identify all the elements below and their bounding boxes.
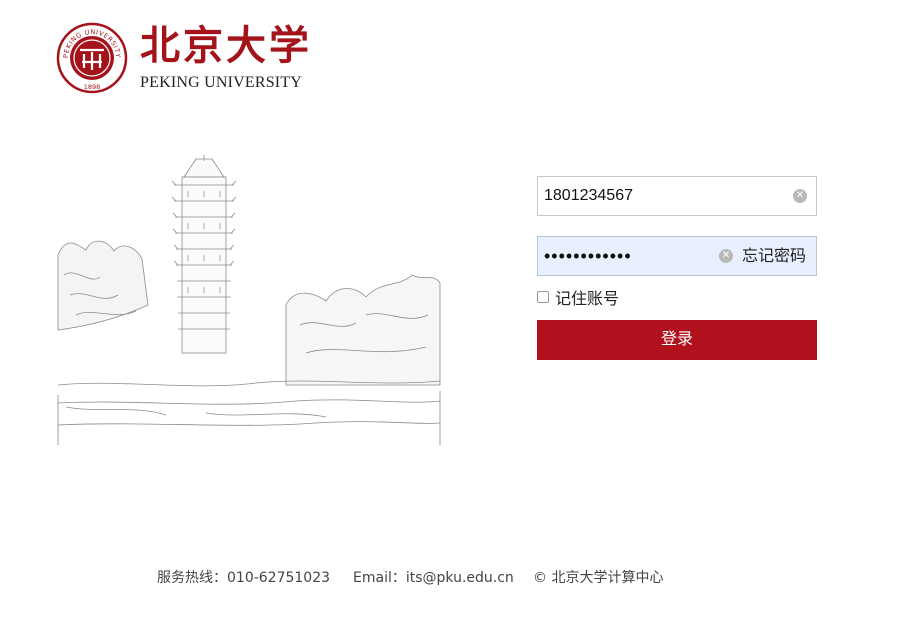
university-name-cn: 北京大学 <box>140 22 312 69</box>
campus-pagoda-sketch <box>57 155 441 445</box>
clear-password-icon[interactable]: ✕ <box>719 249 733 263</box>
remember-account[interactable]: 记住账号 <box>537 287 620 308</box>
password-field[interactable]: ✕ 忘记密码 <box>537 236 817 276</box>
university-name-en: PEKING UNIVERSITY <box>140 74 303 91</box>
username-input[interactable] <box>538 177 816 215</box>
remember-checkbox[interactable] <box>537 291 549 303</box>
footer-phone: 服务热线：010-62751023 <box>157 570 331 586</box>
footer-email: Email：its@pku.edu.cn <box>353 570 514 586</box>
username-field[interactable]: ✕ <box>537 176 817 216</box>
seal-year: 1898 <box>84 83 101 91</box>
remember-label: 记住账号 <box>555 289 620 308</box>
login-button[interactable]: 登录 <box>537 320 817 360</box>
forgot-password-link[interactable]: 忘记密码 <box>742 237 806 275</box>
pku-seal-icon: PEKING UNIVERSITY 1898 <box>56 22 128 94</box>
footer-copyright: © 北京大学计算中心 <box>533 570 664 586</box>
clear-username-icon[interactable]: ✕ <box>793 189 807 203</box>
pku-logo: PEKING UNIVERSITY 1898 北京大学 PEKING UNIVE… <box>56 20 316 96</box>
